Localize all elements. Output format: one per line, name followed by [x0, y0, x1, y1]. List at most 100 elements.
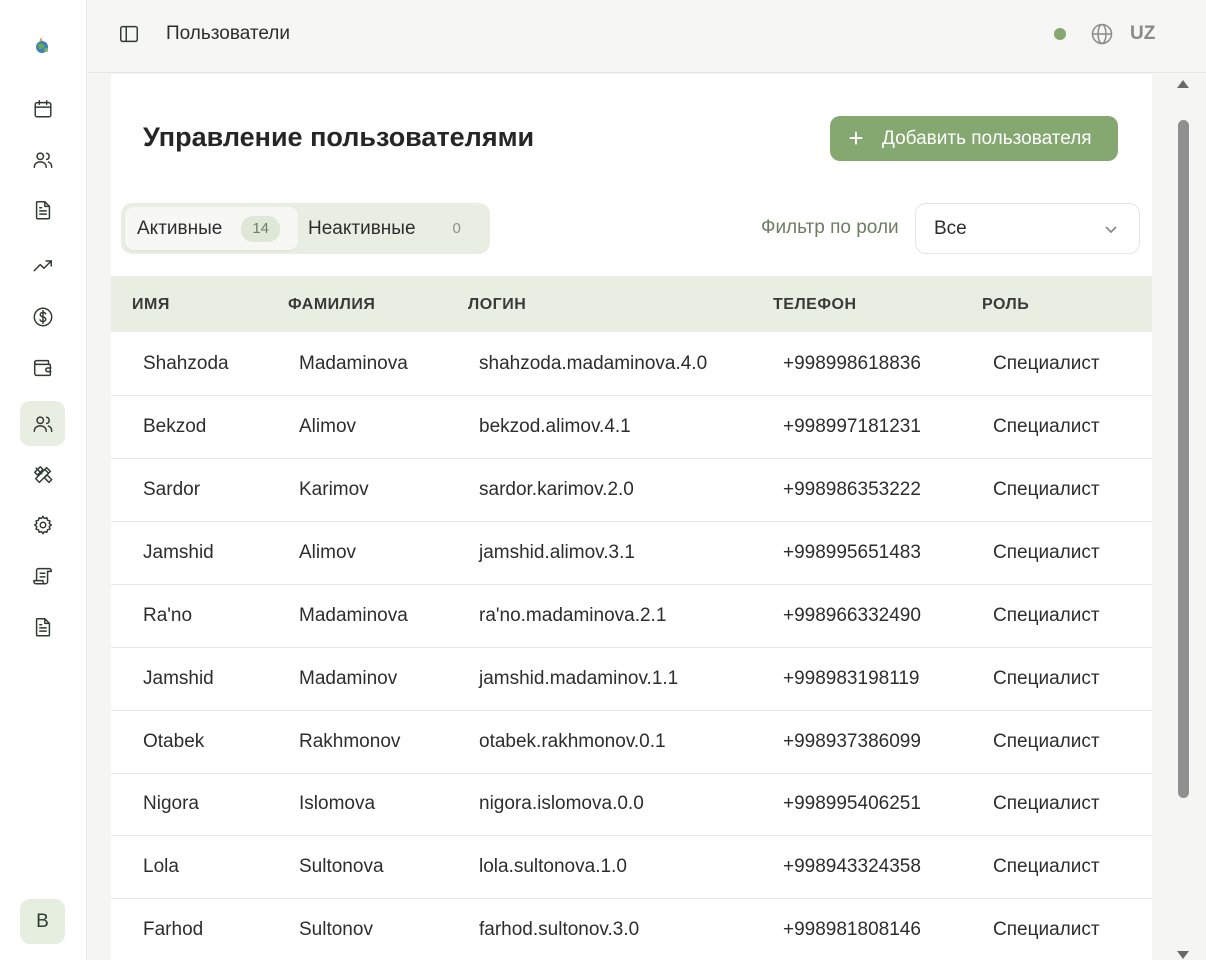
document-icon [35, 200, 50, 219]
scrollbar-thumb[interactable] [1178, 120, 1189, 798]
cell-last-name: Madaminova [299, 353, 408, 374]
cell-phone: +998966332490 [783, 605, 921, 626]
cell-login: farhod.sultonov.3.0 [479, 919, 640, 940]
tab-inactive[interactable]: Неактивные 0 [298, 207, 486, 250]
sidebar-item-wallet[interactable] [20, 345, 65, 390]
column-header-last-name[interactable]: ФАМИЛИЯ [288, 296, 375, 314]
cell-phone: +998943324358 [783, 856, 921, 877]
users-icon [33, 151, 52, 168]
calendar-icon [33, 99, 52, 118]
sidebar-item-finance[interactable] [20, 294, 65, 339]
cell-last-name: Rakhmonov [299, 731, 401, 752]
sidebar-item-calendar[interactable] [20, 86, 65, 131]
role-filter-select[interactable]: Все [915, 203, 1140, 254]
tab-active-label: Активные [137, 217, 223, 239]
cell-role: Специалист [993, 856, 1100, 877]
cell-last-name: Madaminova [299, 605, 408, 626]
cell-last-name: Alimov [299, 416, 357, 437]
cell-first-name: Jamshid [143, 668, 214, 689]
trending-up-icon [33, 259, 52, 271]
cell-last-name: Sultonova [299, 856, 384, 877]
cell-login: otabek.rakhmonov.0.1 [479, 731, 666, 752]
cell-role: Специалист [993, 668, 1100, 689]
page-title: Пользователи [166, 23, 291, 44]
cell-phone: +998997181231 [783, 416, 921, 437]
tools-icon [33, 465, 52, 483]
cell-last-name: Madaminov [299, 668, 398, 689]
cell-last-name: Alimov [299, 542, 357, 563]
cell-last-name: Islomova [299, 793, 376, 814]
document-icon [35, 617, 50, 636]
table-row[interactable]: Shahzoda Madaminova shahzoda.madaminova.… [111, 333, 1152, 396]
scroll-icon [32, 567, 52, 585]
globe-icon[interactable] [1090, 22, 1114, 46]
chevron-down-icon [1105, 225, 1117, 233]
status-indicator [1054, 28, 1066, 40]
app-logo[interactable] [29, 33, 55, 59]
cell-login: bekzod.alimov.4.1 [479, 416, 631, 437]
sidebar-item-settings[interactable] [20, 502, 65, 547]
cell-phone: +998983198119 [783, 668, 920, 689]
table-row[interactable]: Farhod Sultonov farhod.sultonov.3.0 +998… [111, 899, 1152, 960]
sidebar-item-reports[interactable] [20, 604, 65, 649]
cell-first-name: Bekzod [143, 416, 207, 437]
add-user-label: Добавить пользователя [882, 127, 1092, 149]
cell-role: Специалист [993, 353, 1100, 374]
cell-login: ra'no.madaminova.2.1 [479, 605, 667, 626]
cell-phone: +998937386099 [783, 731, 921, 752]
table-row[interactable]: Bekzod Alimov bekzod.alimov.4.1 +9989971… [111, 396, 1152, 459]
top-bar: Пользователи UZ [88, 0, 1206, 73]
table-row[interactable]: Lola Sultonova lola.sultonova.1.0 +99894… [111, 836, 1152, 899]
cell-first-name: Farhod [143, 919, 204, 940]
table-header: ИМЯ ФАМИЛИЯ ЛОГИН ТЕЛЕФОН РОЛЬ [111, 276, 1152, 332]
section-heading: Управление пользователями [143, 122, 535, 152]
cell-login: jamshid.alimov.3.1 [479, 542, 635, 563]
sidebar-item-services[interactable] [20, 452, 65, 497]
cell-last-name: Sultonov [299, 919, 373, 940]
table-row[interactable]: Jamshid Madaminov jamshid.madaminov.1.1 … [111, 648, 1152, 711]
cell-login: shahzoda.madaminova.4.0 [479, 353, 708, 374]
language-switch[interactable]: UZ [1130, 23, 1155, 45]
cell-role: Специалист [993, 793, 1100, 814]
sidebar-item-clients[interactable] [20, 137, 65, 182]
table-row[interactable]: Otabek Rakhmonov otabek.rakhmonov.0.1 +9… [111, 711, 1152, 774]
table-row[interactable]: Ra'no Madaminova ra'no.madaminova.2.1 +9… [111, 585, 1152, 648]
role-filter-value: Все [934, 217, 967, 239]
cell-role: Специалист [993, 731, 1100, 752]
scroll-down-arrow-icon[interactable] [1177, 951, 1189, 959]
column-header-first-name[interactable]: ИМЯ [132, 296, 170, 314]
cell-role: Специалист [993, 416, 1100, 437]
column-header-login[interactable]: ЛОГИН [468, 296, 526, 314]
tab-active[interactable]: Активные 14 [125, 207, 298, 250]
table-row[interactable]: Jamshid Alimov jamshid.alimov.3.1 +99899… [111, 522, 1152, 585]
cell-phone: +998981808146 [783, 919, 921, 940]
cell-role: Специалист [993, 605, 1100, 626]
sidebar-item-analytics[interactable] [20, 243, 65, 288]
role-filter-label: Фильтр по роли [761, 217, 899, 238]
sidebar-item-users[interactable] [20, 401, 65, 446]
cell-phone: +998986353222 [783, 479, 921, 500]
cell-login: sardor.karimov.2.0 [479, 479, 634, 500]
cell-login: nigora.islomova.0.0 [479, 793, 644, 814]
cell-login: jamshid.madaminov.1.1 [479, 668, 679, 689]
sidebar-item-documents[interactable] [20, 187, 65, 232]
cell-last-name: Karimov [299, 479, 369, 500]
add-user-button[interactable]: + Добавить пользователя [830, 116, 1118, 161]
column-header-phone[interactable]: ТЕЛЕФОН [773, 296, 857, 314]
settings-icon [33, 515, 52, 534]
sidebar-toggle-icon[interactable] [118, 23, 140, 45]
table-row[interactable]: Nigora Islomova nigora.islomova.0.0 +998… [111, 773, 1152, 836]
column-header-role[interactable]: РОЛЬ [982, 296, 1029, 314]
sidebar-item-logs[interactable] [20, 553, 65, 598]
users-icon [33, 415, 52, 432]
users-card: Управление пользователями + Добавить пол… [111, 74, 1152, 960]
plus-icon: + [848, 122, 864, 153]
cell-login: lola.sultonova.1.0 [479, 856, 627, 877]
cell-phone: +998995406251 [783, 793, 921, 814]
tab-inactive-label: Неактивные [308, 217, 416, 239]
cell-first-name: Shahzoda [143, 353, 229, 374]
table-row[interactable]: Sardor Karimov sardor.karimov.2.0 +99898… [111, 459, 1152, 522]
scroll-up-arrow-icon[interactable] [1177, 80, 1189, 88]
user-avatar[interactable]: B [20, 899, 65, 944]
cell-role: Специалист [993, 919, 1100, 940]
